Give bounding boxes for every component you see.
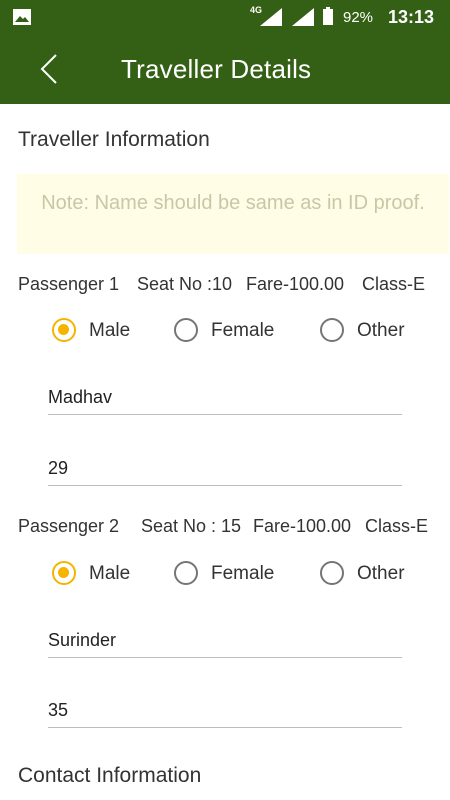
chevron-left-icon[interactable] [36,52,66,86]
passenger-1-name-field[interactable] [48,380,402,415]
page-title: Traveller Details [121,54,312,84]
contact-information-heading: Contact Information [18,764,202,787]
name-note-text: Note: Name should be same as in ID proof… [41,192,425,214]
seat-number: Seat No : 15 [141,516,242,536]
image-icon [13,9,31,25]
class: Class-E [365,516,429,536]
class: Class-E [362,274,426,294]
battery-icon [323,7,333,25]
status-bar: 4G 92% 13:13 [0,0,450,34]
status-clock: 13:13 [388,7,435,27]
radio-unselected-icon [174,561,198,585]
passenger-1-age-field[interactable] [48,451,402,486]
traveller-information-heading: Traveller Information [18,128,210,151]
gender-option-label: Other [357,563,405,584]
passenger-1-gender-group: Male Female Other [0,314,450,350]
gender-option-label: Other [357,320,405,341]
name-note-banner: Note: Name should be same as in ID proof… [17,174,449,254]
passenger-2-gender-group: Male Female Other [0,557,450,593]
radio-selected-icon [52,561,76,585]
radio-unselected-icon [320,318,344,342]
gender-option-label: Female [211,563,275,584]
passenger-label: Passenger 1 [18,274,120,294]
passenger-2-name-field[interactable] [48,623,402,658]
radio-unselected-icon [320,561,344,585]
signal-icon [292,8,314,26]
radio-selected-icon [52,318,76,342]
gender-option-label: Female [211,320,275,341]
battery-percent: 92% [343,9,374,26]
gender-option-label: Male [89,563,131,584]
passenger-label: Passenger 2 [18,516,120,536]
fare: Fare-100.00 [246,274,345,294]
gender-option-label: Male [89,320,131,341]
app-bar: Traveller Details [0,34,450,104]
radio-unselected-icon [174,318,198,342]
fare: Fare-100.00 [253,516,352,536]
signal-icon [260,8,282,26]
seat-number: Seat No :10 [137,274,233,294]
passenger-2-age-field[interactable] [48,693,402,728]
